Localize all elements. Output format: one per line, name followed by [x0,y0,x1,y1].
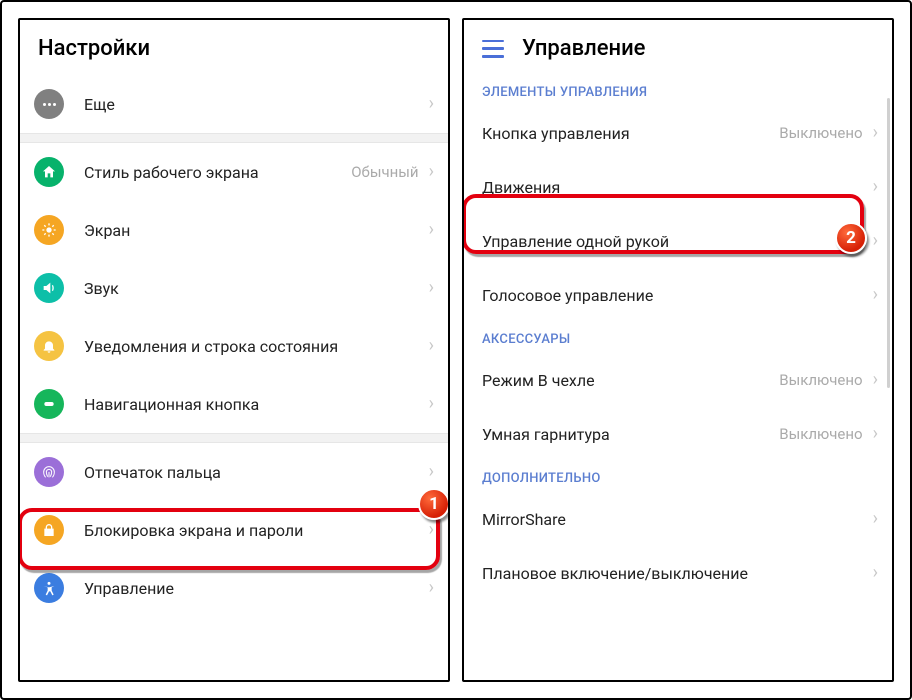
row-label: Еще [84,95,425,114]
home-style-icon [34,157,64,187]
chevron-right-icon: › [425,163,434,181]
row-notifications[interactable]: Уведомления и строка состояния › [20,317,448,375]
control-list[interactable]: ЭЛЕМЕНТЫ УПРАВЛЕНИЯ Кнопка управления Вы… [464,75,892,680]
settings-screen: Настройки Еще › Стиль рабочего экрана Об… [18,18,450,682]
notifications-icon [34,331,64,361]
chevron-right-icon: › [425,395,434,413]
accessibility-icon [34,573,64,603]
chevron-right-icon: › [425,279,434,297]
chevron-right-icon: › [869,232,878,250]
settings-header: Настройки [20,20,448,75]
row-label: Звук [84,279,425,298]
row-label: Уведомления и строка состояния [84,337,425,356]
row-label: Экран [84,221,425,240]
row-case-mode[interactable]: Режим В чехле Выключено › [464,353,892,407]
row-mirrorshare[interactable]: MirrorShare › [464,492,892,546]
section-divider [20,133,448,143]
row-label: Навигационная кнопка [84,395,425,414]
lock-icon [34,515,64,545]
menu-icon[interactable] [482,40,504,58]
row-label: Кнопка управления [482,124,779,143]
row-lock-screen[interactable]: Блокировка экрана и пароли › [20,501,448,559]
row-control-button[interactable]: Кнопка управления Выключено › [464,106,892,160]
chevron-right-icon: › [425,521,434,539]
page-title: Управление [522,36,645,61]
row-value: Выключено [779,371,862,389]
row-label: MirrorShare [482,510,869,529]
navigation-icon [34,389,64,419]
chevron-right-icon: › [425,95,434,113]
row-value: Выключено [779,425,862,443]
row-label: Режим В чехле [482,371,779,390]
display-icon [34,215,64,245]
chevron-right-icon: › [869,178,878,196]
row-label: Умная гарнитура [482,425,779,444]
row-label: Плановое включение/выключение [482,564,869,583]
row-navigation[interactable]: Навигационная кнопка › [20,375,448,433]
row-label: Отпечаток пальца [84,463,425,482]
row-label: Блокировка экрана и пароли [84,521,425,540]
row-motions[interactable]: Движения › [464,160,892,214]
control-header: Управление [464,20,892,75]
row-voice-control[interactable]: Голосовое управление › [464,268,892,322]
chevron-right-icon: › [425,463,434,481]
chevron-right-icon: › [869,371,878,389]
section-accessories: АКСЕССУАРЫ [464,322,892,353]
row-label: Движения [482,178,869,197]
row-more[interactable]: Еще › [20,75,448,133]
page-title: Настройки [38,36,150,61]
row-value: Выключено [779,124,862,142]
chevron-right-icon: › [425,579,434,597]
row-label: Управление одной рукой [482,232,869,251]
chevron-right-icon: › [869,286,878,304]
control-screen: Управление ЭЛЕМЕНТЫ УПРАВЛЕНИЯ Кнопка уп… [462,18,894,682]
chevron-right-icon: › [869,124,878,142]
row-home-style[interactable]: Стиль рабочего экрана Обычный › [20,143,448,201]
chevron-right-icon: › [425,337,434,355]
fingerprint-icon [34,457,64,487]
row-label: Управление [84,579,425,598]
chevron-right-icon: › [869,425,878,443]
sound-icon [34,273,64,303]
scrollbar[interactable] [887,98,890,388]
row-value: Обычный [351,163,418,181]
chevron-right-icon: › [869,564,878,582]
row-sound[interactable]: Звук › [20,259,448,317]
row-smart-headset[interactable]: Умная гарнитура Выключено › [464,407,892,461]
section-advanced: ДОПОЛНИТЕЛЬНО [464,461,892,492]
section-divider [20,433,448,443]
chevron-right-icon: › [869,510,878,528]
row-scheduled-power[interactable]: Плановое включение/выключение › [464,546,892,600]
chevron-right-icon: › [425,221,434,239]
section-controls: ЭЛЕМЕНТЫ УПРАВЛЕНИЯ [464,75,892,106]
row-label: Голосовое управление [482,286,869,305]
row-one-hand[interactable]: Управление одной рукой › [464,214,892,268]
more-icon [34,89,64,119]
row-fingerprint[interactable]: Отпечаток пальца › [20,443,448,501]
row-display[interactable]: Экран › [20,201,448,259]
settings-list[interactable]: Еще › Стиль рабочего экрана Обычный › Эк… [20,75,448,680]
row-label: Стиль рабочего экрана [84,163,351,182]
row-control[interactable]: Управление › [20,559,448,617]
